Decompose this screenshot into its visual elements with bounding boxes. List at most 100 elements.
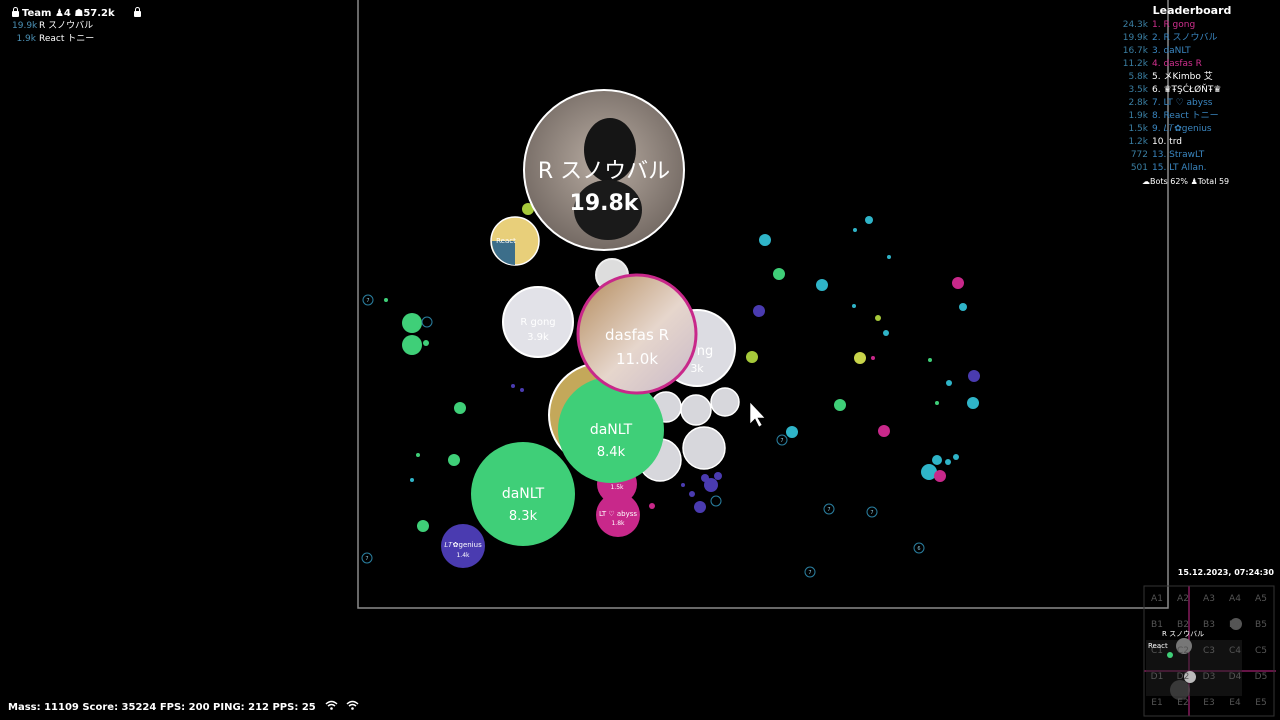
- leaderboard: Leaderboard 24.3k 1. R gong 19.9k 2. R スノウバ…: [1112, 4, 1272, 188]
- leaderboard-name: 5. メKimbo 艾: [1152, 72, 1213, 82]
- minimap-cell-label: D1: [1150, 672, 1164, 682]
- svg-text:dasfas R: dasfas R: [605, 326, 669, 344]
- leaderboard-mass: 772: [1130, 150, 1148, 160]
- leaderboard-title: Leaderboard: [1152, 4, 1232, 17]
- svg-text:daNLT: daNLT: [502, 486, 545, 502]
- team-panel: Team ♟4 ☗57.2k 19.9k R スノウバル 1.9k React トニ…: [12, 7, 144, 46]
- wifi-icon: [325, 700, 341, 713]
- svg-text:8.4k: 8.4k: [597, 445, 626, 460]
- leaderboard-row: 501 15. LT Allan.: [1112, 162, 1272, 175]
- leaderboard-row: 5.8k 5. メKimbo 艾: [1112, 71, 1272, 84]
- minimap-cell-label: E4: [1229, 698, 1241, 708]
- minimap-cell-label: A5: [1255, 594, 1267, 604]
- mouse-cursor-icon: [749, 401, 766, 428]
- leaderboard-row: 11.2k 4. dasfas R: [1112, 58, 1272, 71]
- leaderboard-row: 772 13. StrawLT: [1112, 149, 1272, 162]
- minimap-cell-label: A2: [1177, 594, 1189, 604]
- minimap-label: R スノウバル: [1162, 630, 1205, 638]
- leaderboard-row: 19.9k 2. R スノウバル: [1112, 32, 1272, 45]
- team-member: 1.9k React トニー: [16, 34, 95, 44]
- svg-text:19.8k: 19.8k: [570, 191, 640, 216]
- team-player-count: 4: [63, 8, 71, 19]
- leaderboard-name: 9. 𝐿𝑇✿genius: [1152, 124, 1212, 134]
- lock-icon[interactable]: [134, 7, 142, 17]
- leaderboard-name: 6. ♛ŦŞĆŁØŇŦ♛: [1152, 85, 1222, 95]
- svg-text:7: 7: [827, 507, 830, 513]
- svg-text:7: 7: [808, 570, 811, 576]
- svg-text:6: 6: [917, 546, 920, 552]
- svg-text:3k: 3k: [690, 362, 704, 375]
- minimap-cell-label: C4: [1228, 646, 1241, 656]
- leaderboard-mass: 5.8k: [1128, 72, 1148, 82]
- leaderboard-mass: 16.7k: [1122, 46, 1148, 56]
- team-title: Team: [22, 8, 52, 19]
- minimap-cell-label: E3: [1203, 698, 1215, 708]
- leaderboard-row: 1.5k 9. 𝐿𝑇✿genius: [1112, 123, 1272, 136]
- svg-text:LT ♡ abyss: LT ♡ abyss: [599, 510, 637, 518]
- svg-text:R スノウバル: R スノウバル: [538, 159, 670, 184]
- minimap-cell-label: D4: [1228, 672, 1242, 682]
- minimap-cell-label: D3: [1202, 672, 1216, 682]
- svg-text:11.0k: 11.0k: [616, 350, 658, 368]
- leaderboard-stats: ☁Bots 62% ♟Total 59: [1142, 177, 1230, 186]
- player-cell-genius: 𝐿𝑇✿genius 1.4k: [441, 524, 485, 568]
- leaderboard-name: 7. LT ♡ abyss: [1152, 98, 1213, 108]
- leaderboard-name: 10. trd: [1152, 137, 1182, 147]
- leaderboard-mass: 19.9k: [1122, 33, 1148, 43]
- minimap-cell-label: E5: [1255, 698, 1267, 708]
- leaderboard-name: 1. R gong: [1152, 20, 1196, 30]
- leaderboard-row: 16.7k 3. daNLT: [1112, 45, 1272, 58]
- svg-text:7: 7: [870, 510, 873, 516]
- svg-text:daNLT: daNLT: [590, 422, 633, 438]
- player-cell-dasfas: dasfas R 11.0k: [576, 273, 698, 395]
- leaderboard-row: 1.2k 10. trd: [1112, 136, 1272, 149]
- svg-text:7: 7: [365, 556, 368, 562]
- svg-text:1.5k: 1.5k: [610, 484, 624, 491]
- leaderboard-name: 4. dasfas R: [1152, 59, 1202, 69]
- leaderboard-mass: 11.2k: [1122, 59, 1148, 69]
- player-cell-snowball: R スノウバル 19.8k: [523, 89, 685, 251]
- wifi-icon: [346, 700, 359, 713]
- leaderboard-mass: 501: [1130, 163, 1148, 173]
- minimap-cell-label: C2: [1176, 646, 1189, 656]
- bot-icon: ☁: [1142, 177, 1150, 186]
- minimap-cell-label: D5: [1254, 672, 1268, 682]
- leaderboard-mass: 24.3k: [1122, 20, 1148, 30]
- minimap-cell-label: C5: [1254, 646, 1267, 656]
- svg-text:7: 7: [780, 438, 783, 444]
- svg-text:𝐿𝑇✿genius: 𝐿𝑇✿genius: [444, 541, 482, 549]
- svg-text:8.3k: 8.3k: [509, 509, 538, 524]
- svg-text:ng: ng: [697, 344, 714, 359]
- player-icon: ♟: [1190, 177, 1198, 186]
- minimap-cell-label: A3: [1203, 594, 1215, 604]
- minimap-cell-label: B4: [1229, 620, 1241, 630]
- minimap-cell-label: D2: [1176, 672, 1190, 682]
- minimap-cell-label: B5: [1255, 620, 1267, 630]
- status-text: Mass: 11109 Score: 35224 FPS: 200 PING: …: [8, 702, 316, 713]
- leaderboard-name: 8. React トニー: [1152, 111, 1219, 121]
- svg-text:7: 7: [366, 298, 369, 304]
- minimap-cell-label: E2: [1177, 698, 1189, 708]
- svg-text:1.4k: 1.4k: [456, 552, 470, 559]
- leaderboard-name: 15. LT Allan.: [1152, 163, 1207, 173]
- svg-text:R gong: R gong: [520, 317, 555, 328]
- minimap-cell-label: C3: [1202, 646, 1215, 656]
- status-bar: Mass: 11109 Score: 35224 FPS: 200 PING: …: [8, 700, 359, 714]
- leaderboard-name: 13. StrawLT: [1152, 150, 1205, 160]
- leaderboard-row: 24.3k 1. R gong: [1112, 19, 1272, 32]
- mass-icon: ☗: [74, 8, 84, 19]
- leaderboard-row: 3.5k 6. ♛ŦŞĆŁØŇŦ♛: [1112, 84, 1272, 97]
- game-canvas[interactable]: 7 7 7 7 7 6 7 ng 3k R gong 3.9k React R …: [0, 0, 1280, 720]
- team-total-mass: 57.2k: [83, 8, 115, 19]
- clock: 15.12.2023, 07:24:30: [1177, 568, 1274, 577]
- svg-text:3.9k: 3.9k: [527, 332, 549, 343]
- team-member: 19.9k R スノウバル: [12, 21, 94, 31]
- player-cell-danlt-bottom: daNLT 8.3k: [471, 442, 575, 546]
- svg-text:1.8k: 1.8k: [611, 520, 625, 527]
- minimap-label: React: [1148, 642, 1168, 650]
- leaderboard-mass: 2.8k: [1128, 98, 1148, 108]
- lock-icon: [12, 7, 19, 17]
- leaderboard-row: 1.9k 8. React トニー: [1112, 110, 1272, 123]
- player-cell-r-gong: R gong 3.9k: [502, 286, 574, 358]
- player-cell-react: React: [490, 216, 540, 266]
